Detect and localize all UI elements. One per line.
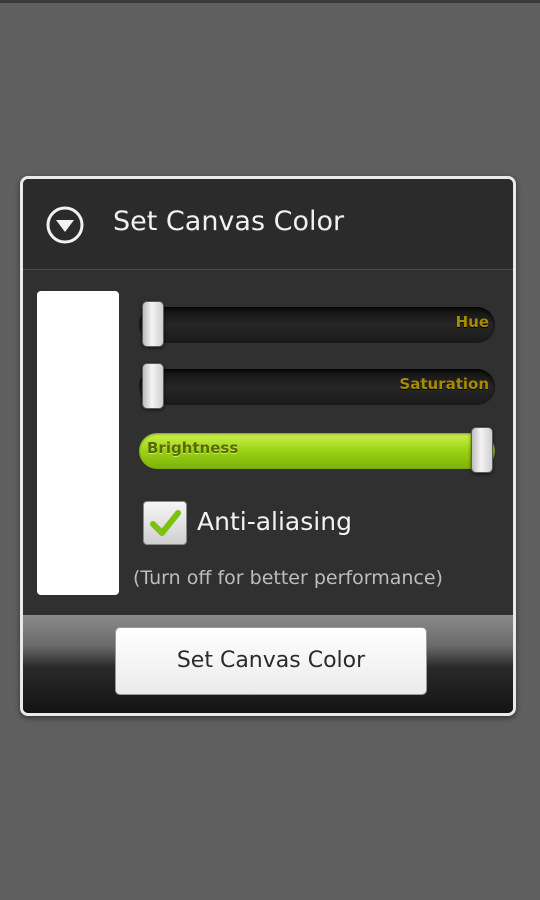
hue-slider-label: Hue (455, 313, 489, 331)
status-bar-edge (0, 0, 540, 3)
color-preview (37, 291, 119, 595)
saturation-slider[interactable]: Saturation (139, 363, 495, 409)
set-canvas-color-dialog: Set Canvas Color Hue Saturation Brightne… (20, 176, 516, 716)
checkmark-icon (150, 510, 181, 536)
anti-aliasing-label: Anti-aliasing (197, 507, 352, 536)
dialog-header: Set Canvas Color (23, 179, 513, 270)
saturation-slider-thumb[interactable] (142, 363, 164, 409)
hue-slider-thumb[interactable] (142, 301, 164, 347)
brightness-slider[interactable]: Brightness (139, 427, 495, 473)
dialog-title: Set Canvas Color (113, 206, 345, 237)
brightness-slider-label: Brightness (147, 439, 239, 457)
performance-hint: (Turn off for better performance) (133, 567, 443, 589)
hue-slider[interactable]: Hue (139, 301, 495, 347)
saturation-slider-label: Saturation (399, 375, 489, 393)
brightness-slider-thumb[interactable] (471, 427, 493, 473)
anti-aliasing-checkbox[interactable] (143, 501, 187, 545)
chevron-down-circle-icon (46, 206, 84, 244)
dialog-footer: Set Canvas Color (23, 615, 513, 713)
set-canvas-color-button[interactable]: Set Canvas Color (115, 627, 427, 695)
